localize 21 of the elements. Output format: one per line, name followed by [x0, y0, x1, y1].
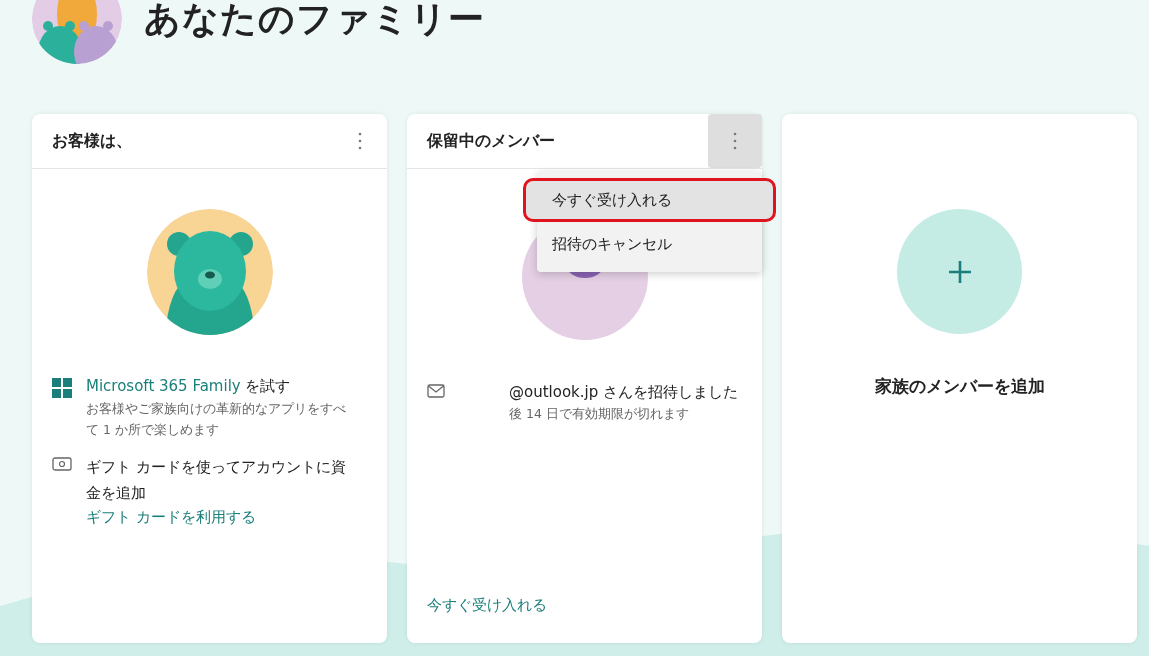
menu-item[interactable]: 招待のキャンセル [537, 222, 762, 266]
windows-logo-icon [52, 378, 72, 398]
more-icon [358, 132, 362, 150]
offer-text: Microsoft 365 Family を試す [86, 376, 292, 397]
card-title: 保留中のメンバー [427, 130, 555, 152]
gift-card-text: ギフト カードを使ってアカウントに資金を追加 [86, 456, 347, 504]
accept-link[interactable]: 今すぐ受け入れる [427, 596, 547, 614]
invitation-text: @outlook.jp さんを招待しました [509, 382, 738, 403]
menu-item[interactable]: 今すぐ受け入れる [523, 178, 776, 222]
mail-icon [427, 384, 445, 398]
more-icon [733, 132, 737, 150]
page-title: あなたのファミリー [144, 0, 485, 41]
card-title: お客様は、 [52, 130, 132, 152]
add-member-label: 家族のメンバーを追加 [874, 375, 1045, 398]
gift-card-icon [52, 456, 72, 471]
more-button[interactable] [708, 114, 762, 168]
product-link[interactable]: Microsoft 365 Family [86, 377, 241, 395]
redeem-link[interactable]: ギフト カードを利用する [86, 505, 357, 528]
plus-icon [947, 259, 972, 284]
expiry-text: 後 14 日で有効期限が切れます [509, 405, 690, 423]
offer-description: お客様やご家族向けの革新的なアプリをすべて 1 か所で楽しめます [86, 399, 347, 439]
